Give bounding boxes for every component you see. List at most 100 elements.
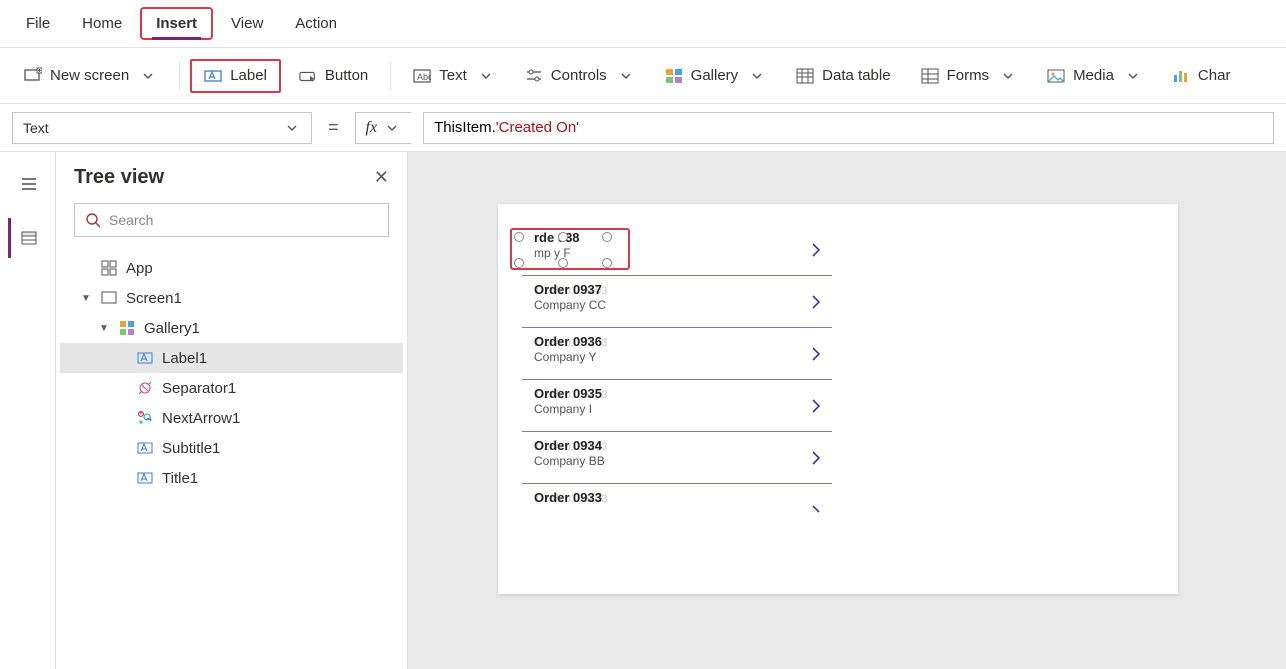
chevron-down-icon	[1124, 67, 1142, 85]
gallery-item[interactable]: 1/28/2019 9:03 Order 0933	[522, 484, 832, 536]
ribbon-separator	[390, 62, 391, 90]
tree-node-gallery1[interactable]: ▼ Gallery1	[60, 313, 403, 343]
label-button[interactable]: Label	[190, 59, 281, 93]
chevron-right-icon[interactable]	[810, 448, 822, 468]
chevron-right-icon[interactable]	[810, 240, 822, 260]
resize-handle[interactable]	[558, 232, 568, 242]
gallery-item[interactable]: 1/28/2019 9:03 Order 0937 Company CC	[522, 276, 832, 328]
media-icon	[1047, 67, 1065, 85]
tree-label: Gallery1	[144, 320, 200, 337]
screen-icon	[100, 289, 118, 307]
controls-dropdown[interactable]: Controls	[513, 61, 647, 91]
rail-tree-view[interactable]	[8, 218, 48, 258]
button-icon	[299, 67, 317, 85]
new-screen-button[interactable]: New screen	[12, 61, 169, 91]
chevron-right-icon[interactable]	[810, 504, 822, 516]
data-table-button[interactable]: Data table	[784, 61, 902, 91]
search-input[interactable]: Search	[74, 203, 389, 237]
chevron-right-icon[interactable]	[810, 344, 822, 364]
gallery-dropdown[interactable]: Gallery	[653, 61, 779, 91]
panel-title: Tree view	[74, 166, 164, 189]
gallery-item[interactable]: rde 938 mp y F	[522, 224, 832, 276]
fx-icon: fx	[366, 119, 378, 137]
close-icon[interactable]: ✕	[374, 167, 389, 188]
controls-dropdown-label: Controls	[551, 67, 607, 84]
menu-home[interactable]: Home	[68, 9, 136, 38]
app-canvas[interactable]: rde 938 mp y F 1/28/2019 9:03 Order 0937…	[498, 204, 1178, 594]
equals-label: =	[324, 117, 343, 138]
formula-token-field: 'Created On'	[496, 119, 579, 136]
tree-view-panel: Tree view ✕ Search App ▼ Screen1	[56, 152, 408, 669]
text-dropdown[interactable]: Abc Text	[401, 61, 507, 91]
rail-hamburger[interactable]	[8, 164, 48, 204]
chevron-down-icon	[748, 67, 766, 85]
chevron-down-icon	[139, 67, 157, 85]
menu-action[interactable]: Action	[281, 9, 351, 38]
gallery-icon	[118, 319, 136, 337]
text-dropdown-label: Text	[439, 67, 467, 84]
data-table-label: Data table	[822, 67, 890, 84]
gallery-preview: rde 938 mp y F 1/28/2019 9:03 Order 0937…	[522, 224, 832, 536]
tree-node-screen1[interactable]: ▼ Screen1	[60, 283, 403, 313]
gallery-item-title: Order 0936	[534, 334, 602, 349]
media-dropdown-label: Media	[1073, 67, 1114, 84]
label-icon	[204, 67, 222, 85]
property-selector[interactable]: Text	[12, 112, 312, 144]
screen-icon	[24, 67, 42, 85]
canvas-area[interactable]: rde 938 mp y F 1/28/2019 9:03 Order 0937…	[408, 152, 1286, 669]
chart-icon	[1172, 67, 1190, 85]
tree-node-separator1[interactable]: Separator1	[60, 373, 403, 403]
tree-node-subtitle1[interactable]: Subtitle1	[60, 433, 403, 463]
gallery-item[interactable]: 1/28/2019 9:03 Order 0934 Company BB	[522, 432, 832, 484]
gallery-icon	[665, 67, 683, 85]
tree-label: Subtitle1	[162, 440, 220, 457]
media-dropdown[interactable]: Media	[1035, 61, 1154, 91]
gallery-item-title: Order 0937	[534, 282, 602, 297]
button-button[interactable]: Button	[287, 61, 380, 91]
workspace: Tree view ✕ Search App ▼ Screen1	[0, 152, 1286, 669]
tree-node-nextarrow1[interactable]: NextArrow1	[60, 403, 403, 433]
menu-file[interactable]: File	[12, 9, 64, 38]
gallery-item[interactable]: 1/28/2019 9:03 Order 0935 Company I	[522, 380, 832, 432]
gallery-item-subtitle: Company CC	[534, 298, 606, 312]
gallery-item-subtitle: Company I	[534, 402, 592, 416]
resize-handle[interactable]	[602, 258, 612, 268]
chart-dropdown[interactable]: Char	[1160, 61, 1243, 91]
data-table-icon	[796, 67, 814, 85]
gallery-item[interactable]: 1/28/2019 9:03 Order 0936 Company Y	[522, 328, 832, 380]
resize-handle[interactable]	[602, 232, 612, 242]
text-icon: Abc	[413, 67, 431, 85]
gallery-item-title: Order 0934	[534, 438, 602, 453]
ribbon: New screen Label Button Abc Text Control…	[0, 48, 1286, 104]
formula-token-object: ThisItem	[434, 119, 492, 136]
resize-handle[interactable]	[514, 232, 524, 242]
chevron-right-icon[interactable]	[810, 396, 822, 416]
tree-label: App	[126, 260, 153, 277]
tree-node-title1[interactable]: Title1	[60, 463, 403, 493]
gallery-dropdown-label: Gallery	[691, 67, 739, 84]
tree: App ▼ Screen1 ▼ Gallery1 Label1	[56, 249, 407, 497]
property-selector-value: Text	[23, 120, 49, 136]
expander-icon: ▼	[98, 323, 110, 334]
label-icon	[136, 439, 154, 457]
fx-button[interactable]: fx	[355, 112, 412, 144]
tree-label: Title1	[162, 470, 198, 487]
tree-node-label1[interactable]: Label1	[60, 343, 403, 373]
resize-handle[interactable]	[558, 258, 568, 268]
chevron-down-icon	[477, 67, 495, 85]
separator-icon	[136, 379, 154, 397]
resize-handle[interactable]	[514, 258, 524, 268]
tree-node-app[interactable]: App	[60, 253, 403, 283]
forms-icon	[921, 67, 939, 85]
formula-bar: Text = fx ThisItem.'Created On'	[0, 104, 1286, 152]
chevron-right-icon[interactable]	[810, 292, 822, 312]
menu-view[interactable]: View	[217, 9, 277, 38]
forms-dropdown[interactable]: Forms	[909, 61, 1030, 91]
gallery-item-title: Order 0935	[534, 386, 602, 401]
chevron-down-icon	[283, 119, 301, 137]
menu-insert[interactable]: Insert	[140, 7, 213, 40]
ribbon-separator	[179, 62, 180, 90]
expander-icon: ▼	[80, 293, 92, 304]
formula-input[interactable]: ThisItem.'Created On'	[423, 112, 1274, 144]
gallery-item-subtitle: Company BB	[534, 454, 605, 468]
